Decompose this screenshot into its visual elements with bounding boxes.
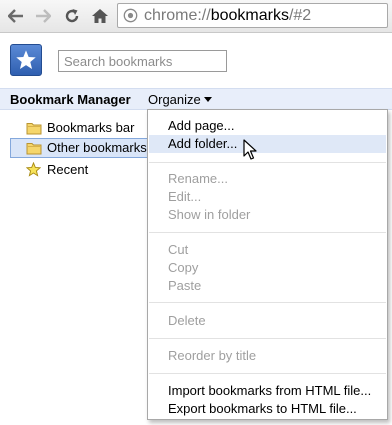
menu-item-delete[interactable]: Delete <box>149 312 386 330</box>
tree-item-bookmarks-bar[interactable]: Bookmarks bar <box>10 118 170 138</box>
menu-divider <box>149 373 386 374</box>
menu-item-edit[interactable]: Edit... <box>149 188 386 206</box>
url-text: chrome://bookmarks/#2 <box>144 4 311 27</box>
tree-item-recent[interactable]: Recent <box>10 160 170 180</box>
menu-divider <box>149 162 386 163</box>
tree-item-label: Recent <box>47 162 89 177</box>
tree-item-label: Other bookmarks <box>47 140 147 155</box>
page-icon <box>123 8 138 23</box>
menu-item-add-page[interactable]: Add page... <box>149 117 386 135</box>
bookmark-manager-logo <box>10 44 42 76</box>
browser-toolbar: chrome://bookmarks/#2 <box>0 0 392 33</box>
reload-icon[interactable] <box>61 5 83 27</box>
menu-item-cut[interactable]: Cut <box>149 241 386 259</box>
menu-item-rename[interactable]: Rename... <box>149 170 386 188</box>
home-icon[interactable] <box>89 5 111 27</box>
url-host: bookmarks <box>210 7 289 24</box>
menu-item-reorder-by-title[interactable]: Reorder by title <box>149 347 386 365</box>
menu-divider <box>149 302 386 303</box>
mouse-cursor-icon <box>243 139 257 160</box>
tree-item-other-bookmarks[interactable]: Other bookmarks <box>10 138 170 158</box>
url-scheme: chrome:// <box>144 7 211 24</box>
organize-label: Organize <box>148 92 201 107</box>
page-title: Bookmark Manager <box>10 92 131 107</box>
organize-dropdown-menu: Add page... Add folder... Rename... Edit… <box>147 109 388 420</box>
back-arrow-icon[interactable] <box>5 5 27 27</box>
forward-arrow-icon[interactable] <box>32 5 54 27</box>
url-hash: /#2 <box>288 7 312 24</box>
folder-icon <box>26 123 42 135</box>
menu-item-add-folder[interactable]: Add folder... <box>149 135 386 153</box>
manager-titlebar: Bookmark Manager Organize <box>0 88 392 110</box>
organize-menu-button[interactable]: Organize <box>148 92 212 107</box>
folder-icon <box>26 143 42 155</box>
chevron-down-icon <box>203 97 212 102</box>
menu-item-import-bookmarks[interactable]: Import bookmarks from HTML file... <box>149 382 386 400</box>
menu-item-copy[interactable]: Copy <box>149 259 386 277</box>
tree-item-label: Bookmarks bar <box>47 120 135 135</box>
menu-item-export-bookmarks[interactable]: Export bookmarks to HTML file... <box>149 400 386 418</box>
star-icon <box>16 50 36 69</box>
address-bar[interactable]: chrome://bookmarks/#2 <box>117 3 388 28</box>
menu-item-show-in-folder[interactable]: Show in folder <box>149 206 386 224</box>
menu-divider <box>149 338 386 339</box>
search-input[interactable] <box>58 50 227 72</box>
menu-divider <box>149 232 386 233</box>
menu-item-paste[interactable]: Paste <box>149 277 386 295</box>
star-icon <box>26 162 41 177</box>
